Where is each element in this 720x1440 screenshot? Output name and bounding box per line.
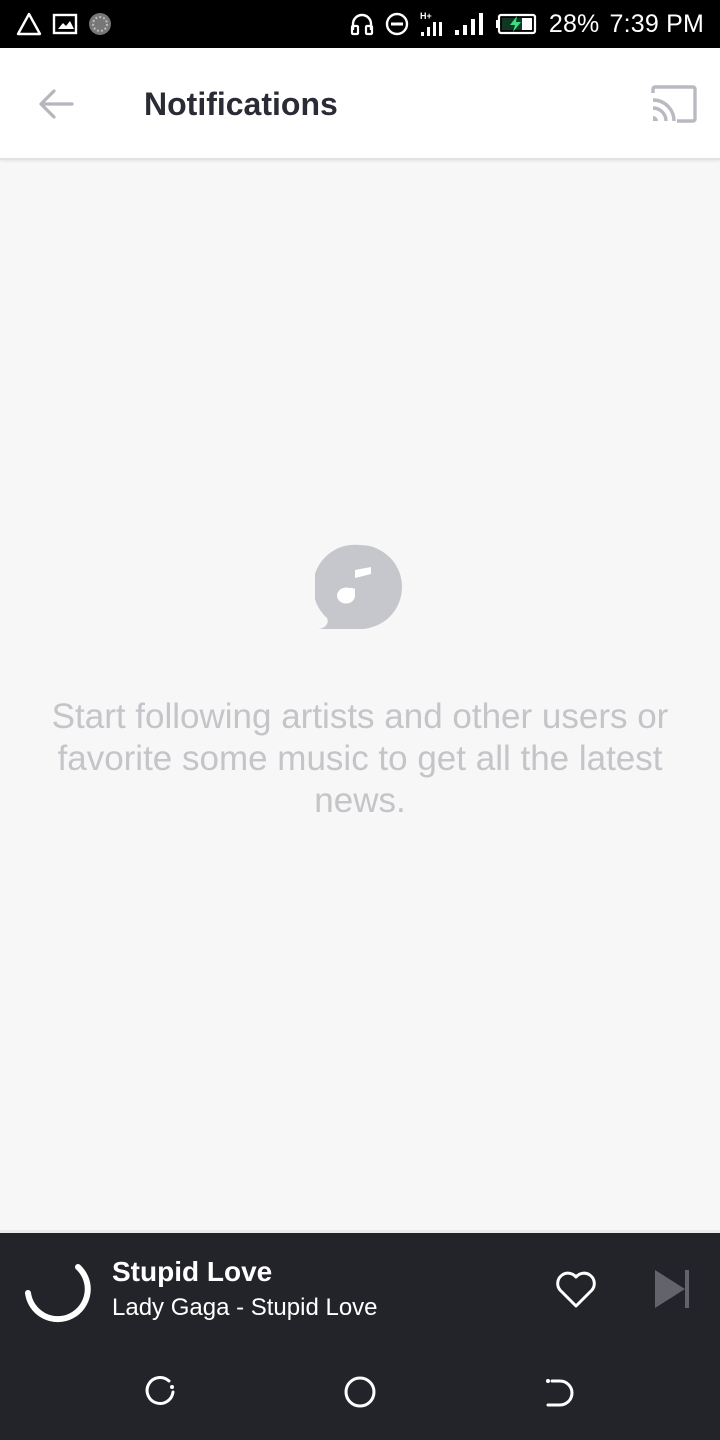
skip-next-button[interactable] bbox=[648, 1265, 696, 1313]
recent-apps-icon bbox=[145, 1376, 175, 1405]
battery-percent: 28% bbox=[548, 9, 600, 38]
skip-next-icon bbox=[655, 1270, 689, 1308]
mini-player[interactable]: Stupid Love Lady Gaga - Stupid Love bbox=[0, 1230, 720, 1344]
do-not-disturb-icon bbox=[385, 10, 409, 38]
page-title: Notifications bbox=[144, 86, 338, 122]
spinner-icon bbox=[25, 1264, 91, 1323]
home-icon bbox=[344, 1376, 376, 1408]
track-title[interactable]: Stupid Love bbox=[112, 1255, 272, 1289]
warning-icon bbox=[16, 10, 42, 38]
arrow-left-icon bbox=[39, 89, 74, 119]
svg-text:H+: H+ bbox=[420, 11, 432, 21]
status-right: H+ 28% 7:39 PM bbox=[349, 10, 704, 39]
app-bar: Notifications bbox=[0, 48, 720, 160]
signal-icon bbox=[453, 10, 485, 38]
empty-state: Start following artists and other users … bbox=[0, 540, 720, 822]
headphones-icon bbox=[349, 10, 375, 38]
back-icon bbox=[546, 1379, 574, 1407]
screenshot-icon bbox=[52, 10, 78, 38]
favorite-button[interactable] bbox=[550, 1265, 602, 1313]
recent-apps-button[interactable] bbox=[140, 1372, 180, 1412]
cast-button[interactable] bbox=[646, 78, 702, 130]
status-bar: H+ 28% 7:39 PM bbox=[0, 0, 720, 48]
home-button[interactable] bbox=[340, 1372, 380, 1412]
system-back-button[interactable] bbox=[540, 1372, 580, 1412]
cast-icon bbox=[651, 85, 697, 123]
music-note-bubble-icon bbox=[315, 544, 402, 630]
data-hplus-icon: H+ bbox=[419, 10, 443, 38]
screen: H+ 28% 7:39 PM Notifications Start follo… bbox=[0, 0, 720, 1440]
loading-icon bbox=[88, 10, 112, 38]
back-button[interactable] bbox=[24, 72, 88, 136]
track-subtitle[interactable]: Lady Gaga - Stupid Love bbox=[112, 1293, 378, 1323]
battery-charging-icon bbox=[495, 10, 539, 38]
system-nav-bar bbox=[0, 1344, 720, 1440]
clock: 7:39 PM bbox=[609, 9, 704, 38]
empty-message: Start following artists and other users … bbox=[51, 697, 669, 820]
heart-outline-icon bbox=[556, 1271, 596, 1308]
status-left bbox=[16, 10, 112, 38]
